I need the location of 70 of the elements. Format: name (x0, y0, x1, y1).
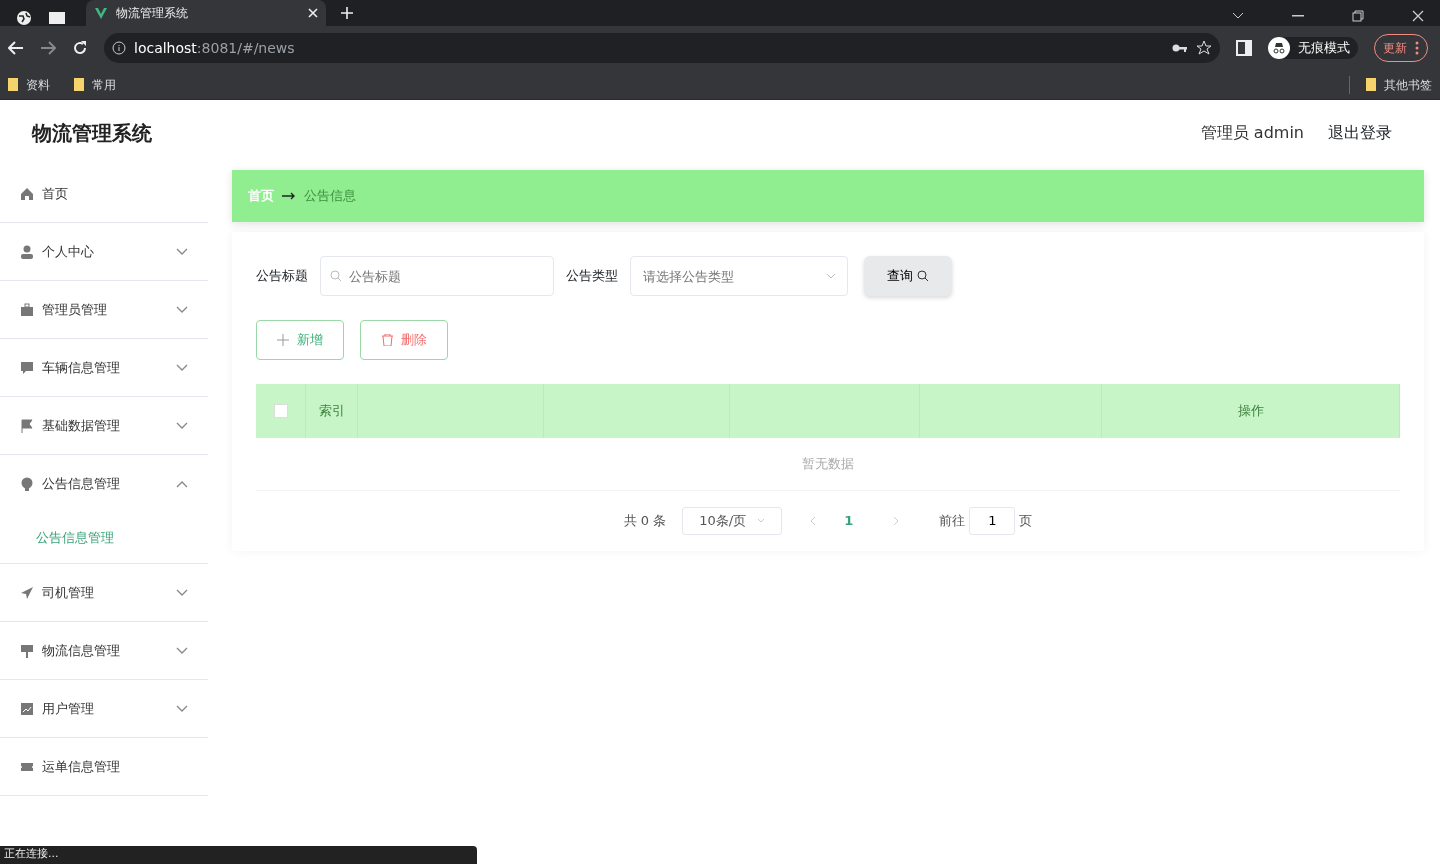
restore-icon[interactable] (1352, 10, 1364, 22)
sidebar-item[interactable]: 首页 (0, 165, 208, 223)
chart-icon (20, 701, 34, 716)
sidebar-item[interactable]: 个人中心 (0, 223, 208, 281)
breadcrumb-item: 公告信息 (304, 187, 356, 206)
chat-icon (20, 360, 34, 375)
sidebar-item[interactable]: 用户管理 (0, 680, 208, 738)
goto-suffix: 页 (1019, 511, 1033, 530)
window-icon (48, 11, 66, 25)
column-header: 索引 (318, 402, 345, 421)
field-label: 公告标题 (256, 267, 308, 286)
plus-icon (277, 334, 289, 346)
chevron-down-icon (826, 273, 836, 279)
empty-text: 暂无数据 (802, 456, 854, 471)
tab-title: 物流管理系统 (116, 5, 189, 22)
sidebar-item[interactable]: 基础数据管理 (0, 397, 208, 455)
search-icon (330, 270, 342, 282)
page-size-select[interactable]: 10条/页 (682, 506, 783, 535)
home-icon (20, 186, 34, 201)
field-label: 公告类型 (566, 267, 618, 286)
sidebar-item[interactable]: 司机管理 (0, 564, 208, 622)
bulb-icon (20, 477, 34, 491)
sidebar-item[interactable]: 管理员管理 (0, 281, 208, 339)
page-input[interactable]: 1 (969, 506, 1016, 535)
logout-link[interactable]: 退出登录 (1328, 120, 1392, 145)
bookmark-item[interactable]: 其他书签 (1349, 75, 1432, 94)
sidebar-item[interactable]: 运单信息管理 (0, 738, 208, 796)
column-header: 操作 (1237, 402, 1264, 421)
bookmark-item[interactable]: 资料 (8, 75, 50, 94)
flag-icon (20, 418, 34, 433)
forward-icon[interactable] (40, 41, 56, 55)
folder-icon (1366, 78, 1376, 91)
sidebar-item[interactable]: 公告信息管理 (0, 455, 208, 513)
sidebar-icon[interactable] (1236, 40, 1252, 56)
reload-icon[interactable] (72, 40, 88, 56)
goto-label: 前往 (939, 511, 966, 530)
total-count: 共 0 条 (623, 511, 667, 530)
query-button[interactable]: 查询 (864, 256, 952, 296)
select-field[interactable]: 请选择公告类型 (630, 256, 848, 296)
user-icon (20, 244, 34, 259)
briefcase-icon (20, 302, 34, 317)
input-field[interactable]: 公告标题 (320, 256, 554, 296)
trash-icon (381, 334, 393, 346)
back-icon[interactable] (8, 41, 24, 55)
star-icon[interactable] (1196, 40, 1212, 56)
chevron-down-icon[interactable] (1232, 12, 1244, 20)
key-icon[interactable] (1172, 43, 1188, 53)
new-tab-icon[interactable] (340, 6, 354, 20)
sidebar-item[interactable]: 物流信息管理 (0, 622, 208, 680)
search-icon (917, 270, 929, 282)
close-icon[interactable] (1412, 10, 1424, 22)
paper-plane-icon (20, 585, 34, 600)
folder-icon (74, 78, 84, 91)
user-name: 管理员 admin (1200, 121, 1304, 144)
v-logo-icon (94, 6, 108, 20)
arrow-right-icon (282, 192, 296, 200)
profile-label: 无痕模式 (1298, 39, 1350, 58)
more-icon (1415, 41, 1419, 55)
incognito-chip[interactable]: 无痕模式 (1268, 37, 1358, 59)
incognito-icon (1268, 37, 1290, 59)
bookmark-item[interactable]: 常用 (74, 75, 116, 94)
folder-icon (8, 78, 18, 91)
chevron-down-icon (757, 518, 766, 523)
checkbox[interactable] (273, 404, 288, 418)
signpost-icon (20, 643, 34, 658)
status-bar: 正在连接... (0, 846, 477, 864)
info-icon (112, 41, 126, 55)
app-title: 物流管理系统 (30, 119, 153, 147)
minimize-icon[interactable] (1292, 15, 1304, 17)
sidebar-item[interactable]: 车辆信息管理 (0, 339, 208, 397)
